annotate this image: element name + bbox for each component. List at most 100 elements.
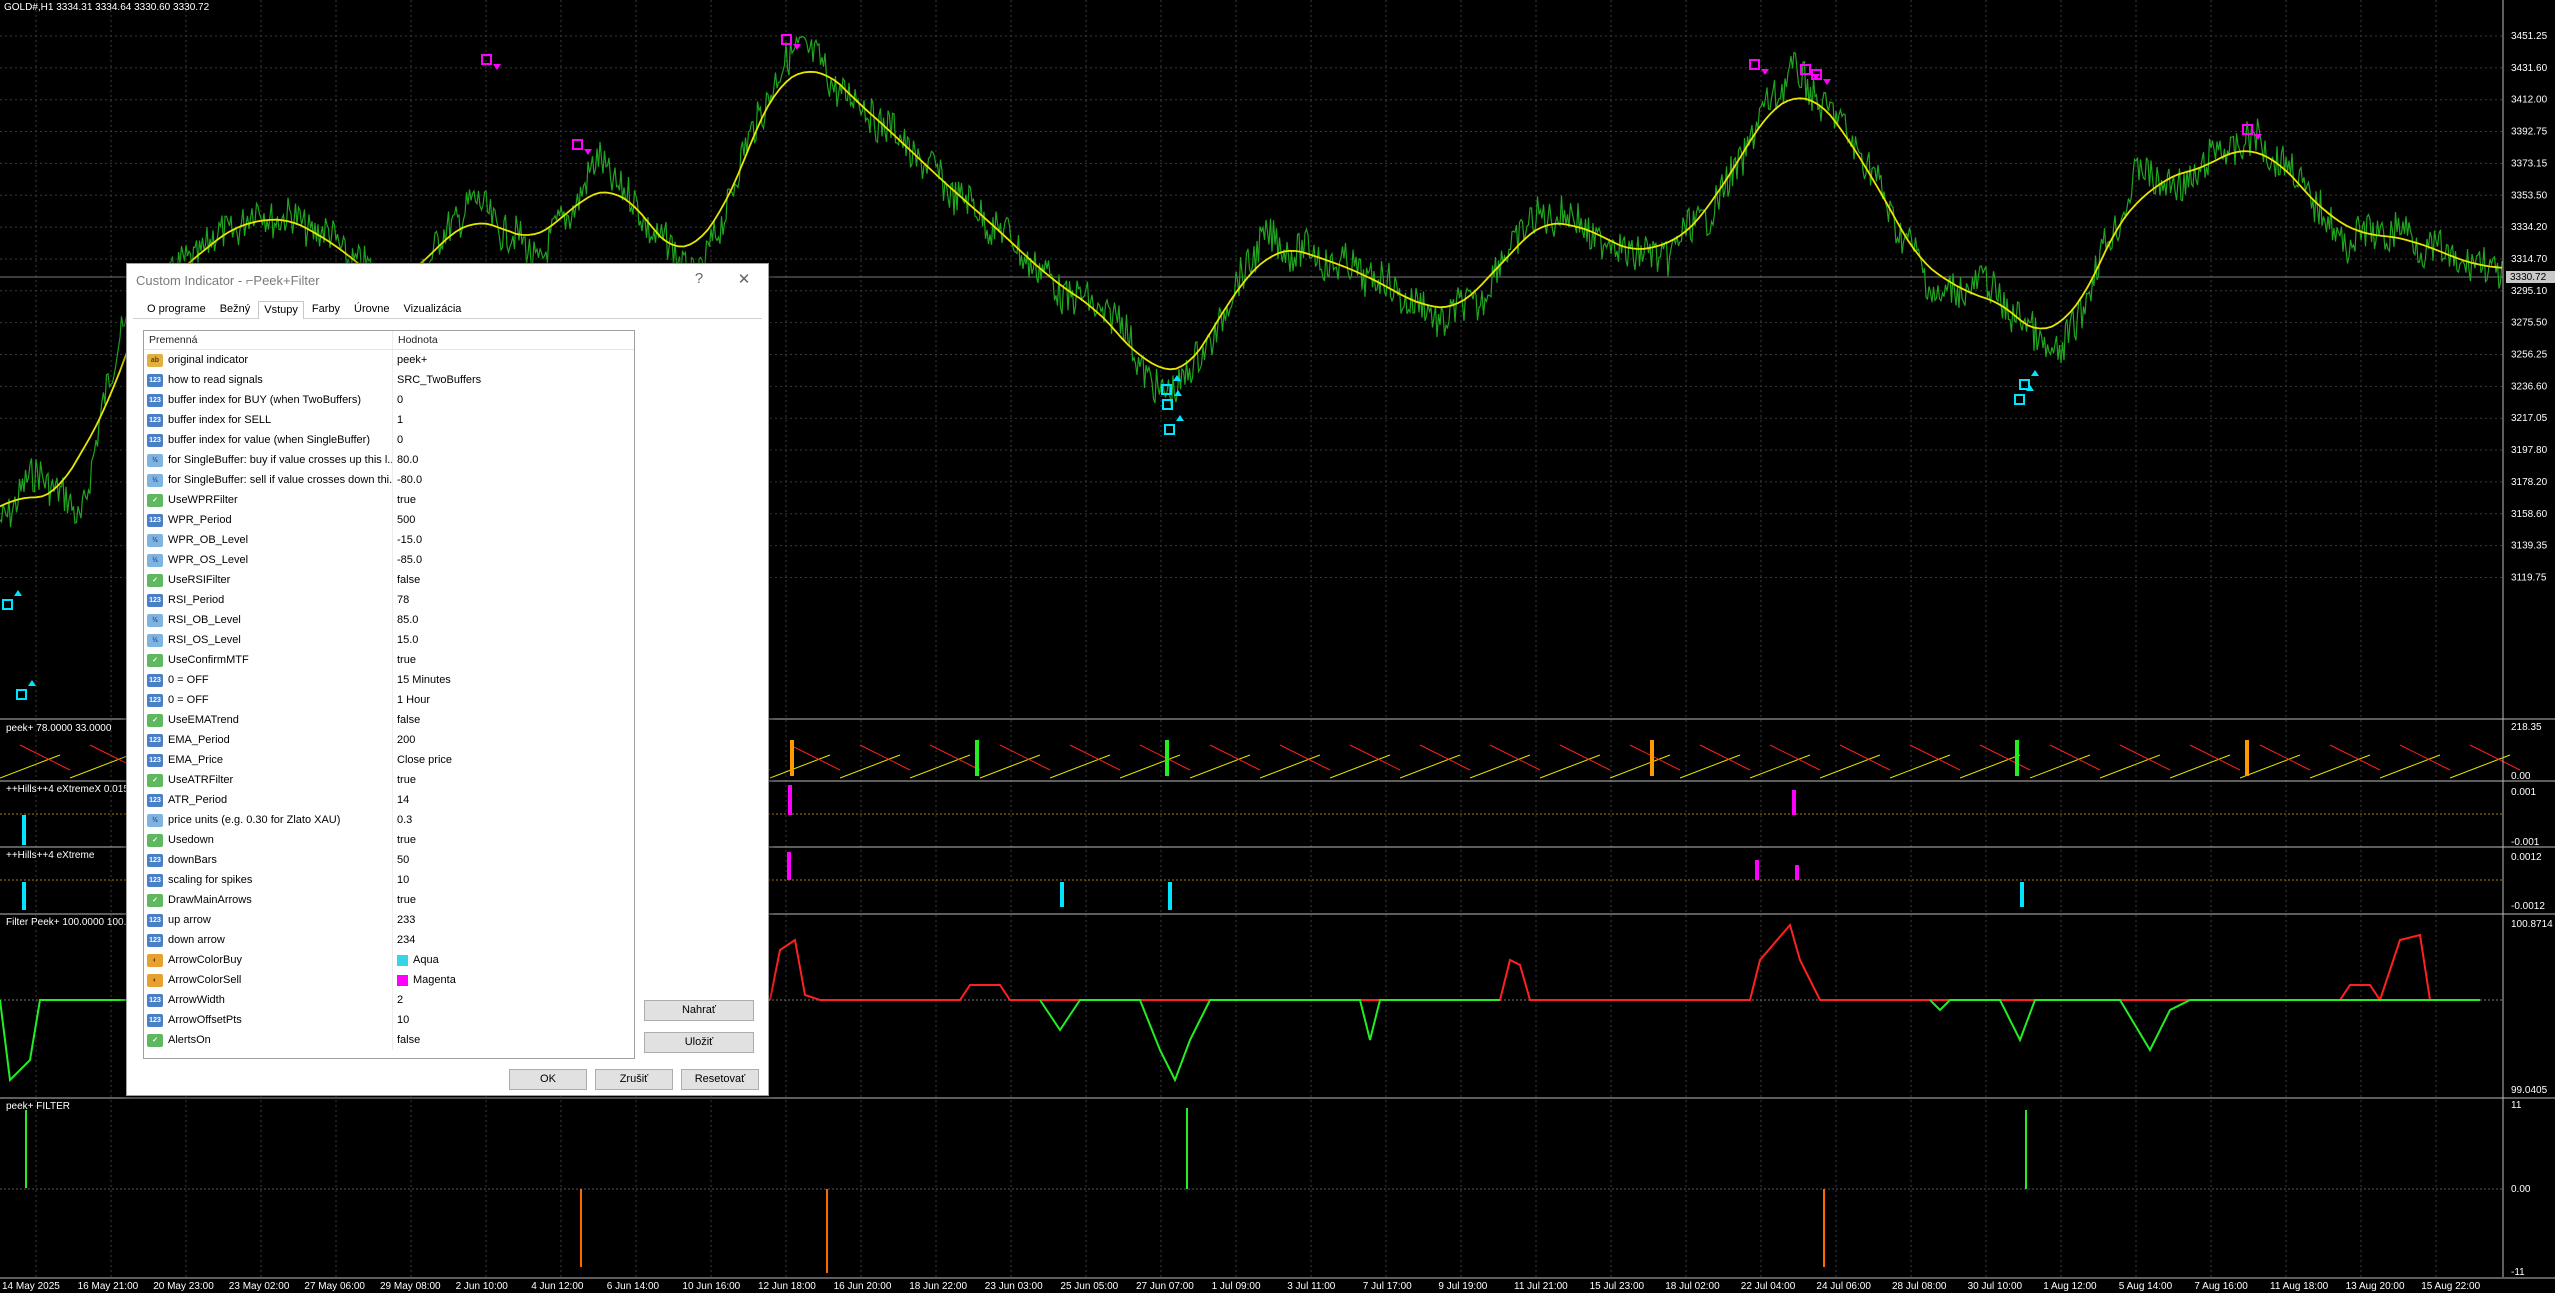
param-value[interactable]: 0.3 — [393, 810, 634, 830]
tab-inputs[interactable]: Vstupy — [258, 301, 304, 319]
close-button[interactable]: ✕ — [732, 270, 756, 288]
param-row[interactable]: ½ RSI_OS_Level 15.0 — [144, 630, 634, 650]
price-axis-label: 3139.35 — [2511, 541, 2548, 552]
param-row[interactable]: ✓ UseConfirmMTF true — [144, 650, 634, 670]
param-row[interactable]: 123 ArrowOffsetPts 10 — [144, 1010, 634, 1030]
param-value[interactable]: 1 Hour — [393, 690, 634, 710]
param-row[interactable]: ½ RSI_OB_Level 85.0 — [144, 610, 634, 630]
reset-button[interactable]: Resetovať — [681, 1069, 759, 1090]
param-value[interactable]: Aqua — [393, 950, 634, 970]
param-row[interactable]: 123 scaling for spikes 10 — [144, 870, 634, 890]
param-row[interactable]: 123 up arrow 233 — [144, 910, 634, 930]
param-value[interactable]: 10 — [393, 1010, 634, 1030]
param-value[interactable]: 2 — [393, 990, 634, 1010]
param-value[interactable]: 14 — [393, 790, 634, 810]
param-value[interactable]: false — [393, 710, 634, 730]
tab-colors[interactable]: Farby — [306, 300, 346, 318]
param-row[interactable]: ½ for SingleBuffer: buy if value crosses … — [144, 450, 634, 470]
param-value[interactable]: 15 Minutes — [393, 670, 634, 690]
param-value[interactable]: 200 — [393, 730, 634, 750]
param-row[interactable]: ✓ AlertsOn false — [144, 1030, 634, 1050]
column-header-variable[interactable]: Premenná — [144, 331, 393, 349]
param-value[interactable]: 80.0 — [393, 450, 634, 470]
price-axis-label: 3119.75 — [2511, 572, 2547, 583]
param-type-icon: ½ — [147, 613, 163, 627]
param-value[interactable]: 10 — [393, 870, 634, 890]
param-value[interactable]: Magenta — [393, 970, 634, 990]
param-value[interactable]: 78 — [393, 590, 634, 610]
param-row[interactable]: 123 WPR_Period 500 — [144, 510, 634, 530]
help-button[interactable]: ? — [687, 270, 711, 287]
param-value[interactable]: 85.0 — [393, 610, 634, 630]
tab-levels[interactable]: Úrovne — [348, 300, 395, 318]
param-name: for SingleBuffer: buy if value crosses u… — [168, 454, 393, 466]
param-row[interactable]: ✓ DrawMainArrows true — [144, 890, 634, 910]
param-row[interactable]: 123 downBars 50 — [144, 850, 634, 870]
param-row[interactable]: 123 how to read signals SRC_TwoBuffers — [144, 370, 634, 390]
param-row[interactable]: ✓ Usedown true — [144, 830, 634, 850]
column-header-value[interactable]: Hodnota — [393, 331, 438, 349]
param-row[interactable]: 123 buffer index for SELL 1 — [144, 410, 634, 430]
param-row[interactable]: ✓ UseATRFilter true — [144, 770, 634, 790]
param-value[interactable]: true — [393, 770, 634, 790]
param-row[interactable]: ½ for SingleBuffer: sell if value crosses… — [144, 470, 634, 490]
param-row[interactable]: 123 buffer index for BUY (when TwoBuffers… — [144, 390, 634, 410]
cancel-button[interactable]: Zrušiť — [595, 1069, 673, 1090]
param-value[interactable]: 500 — [393, 510, 634, 530]
tab-visualization[interactable]: Vizualizácia — [398, 300, 468, 318]
param-value[interactable]: 234 — [393, 930, 634, 950]
param-row[interactable]: ½ price units (e.g. 0.30 for Zlato XAU) 0.… — [144, 810, 634, 830]
param-value[interactable]: peek+ — [393, 350, 634, 370]
param-row[interactable]: ◐ ArrowColorSell Magenta — [144, 970, 634, 990]
custom-indicator-dialog[interactable]: Custom Indicator - ⌐Peek+Filter ? ✕ O pr… — [126, 263, 769, 1096]
param-value[interactable]: Close price — [393, 750, 634, 770]
tab-about[interactable]: O programe — [141, 300, 212, 318]
param-value[interactable]: true — [393, 890, 634, 910]
ok-button[interactable]: OK — [509, 1069, 587, 1090]
param-row[interactable]: 123 RSI_Period 78 — [144, 590, 634, 610]
param-value[interactable]: false — [393, 570, 634, 590]
param-row[interactable]: 123 buffer index for value (when SingleBu… — [144, 430, 634, 450]
param-value[interactable]: -85.0 — [393, 550, 634, 570]
param-row[interactable]: ab original indicator peek+ — [144, 350, 634, 370]
param-value[interactable]: true — [393, 650, 634, 670]
param-value[interactable]: 15.0 — [393, 630, 634, 650]
param-value[interactable]: 50 — [393, 850, 634, 870]
param-value[interactable]: -15.0 — [393, 530, 634, 550]
param-value[interactable]: 0 — [393, 430, 634, 450]
param-value-text: true — [397, 894, 416, 906]
param-value[interactable]: 1 — [393, 410, 634, 430]
tab-common[interactable]: Bežný — [214, 300, 257, 318]
param-value[interactable]: false — [393, 1030, 634, 1050]
param-row[interactable]: 123 ATR_Period 14 — [144, 790, 634, 810]
param-row[interactable]: ½ WPR_OB_Level -15.0 — [144, 530, 634, 550]
inputs-grid[interactable]: Premenná Hodnota ab original indicator pee… — [143, 330, 635, 1059]
param-name: UseConfirmMTF — [168, 654, 249, 666]
param-name-cell: 123 RSI_Period — [144, 590, 393, 610]
param-value[interactable]: 233 — [393, 910, 634, 930]
price-axis-label: 3236.60 — [2511, 381, 2548, 392]
peek-red-line — [2119, 744, 2171, 771]
param-value[interactable]: 0 — [393, 390, 634, 410]
param-value[interactable]: SRC_TwoBuffers — [393, 370, 634, 390]
param-row[interactable]: ◐ ArrowColorBuy Aqua — [144, 950, 634, 970]
param-row[interactable]: 123 0 = OFF 1 Hour — [144, 690, 634, 710]
param-row[interactable]: 123 down arrow 234 — [144, 930, 634, 950]
param-row[interactable]: 123 EMA_Price Close price — [144, 750, 634, 770]
param-row[interactable]: 123 ArrowWidth 2 — [144, 990, 634, 1010]
param-value[interactable]: true — [393, 830, 634, 850]
param-row[interactable]: ✓ UseWPRFilter true — [144, 490, 634, 510]
load-button[interactable]: Nahrať — [644, 1000, 754, 1021]
param-value[interactable]: true — [393, 490, 634, 510]
dialog-titlebar[interactable]: Custom Indicator - ⌐Peek+Filter ? ✕ — [127, 264, 768, 296]
save-button[interactable]: Uložiť — [644, 1032, 754, 1053]
param-name-cell: 123 EMA_Price — [144, 750, 393, 770]
param-row[interactable]: ✓ UseRSIFilter false — [144, 570, 634, 590]
date-axis-label: 15 Jul 23:00 — [1590, 1281, 1645, 1292]
param-row[interactable]: ✓ UseEMATrend false — [144, 710, 634, 730]
param-row[interactable]: ½ WPR_OS_Level -85.0 — [144, 550, 634, 570]
param-row[interactable]: 123 EMA_Period 200 — [144, 730, 634, 750]
param-value[interactable]: -80.0 — [393, 470, 634, 490]
param-type-icon: 123 — [147, 433, 163, 447]
param-row[interactable]: 123 0 = OFF 15 Minutes — [144, 670, 634, 690]
